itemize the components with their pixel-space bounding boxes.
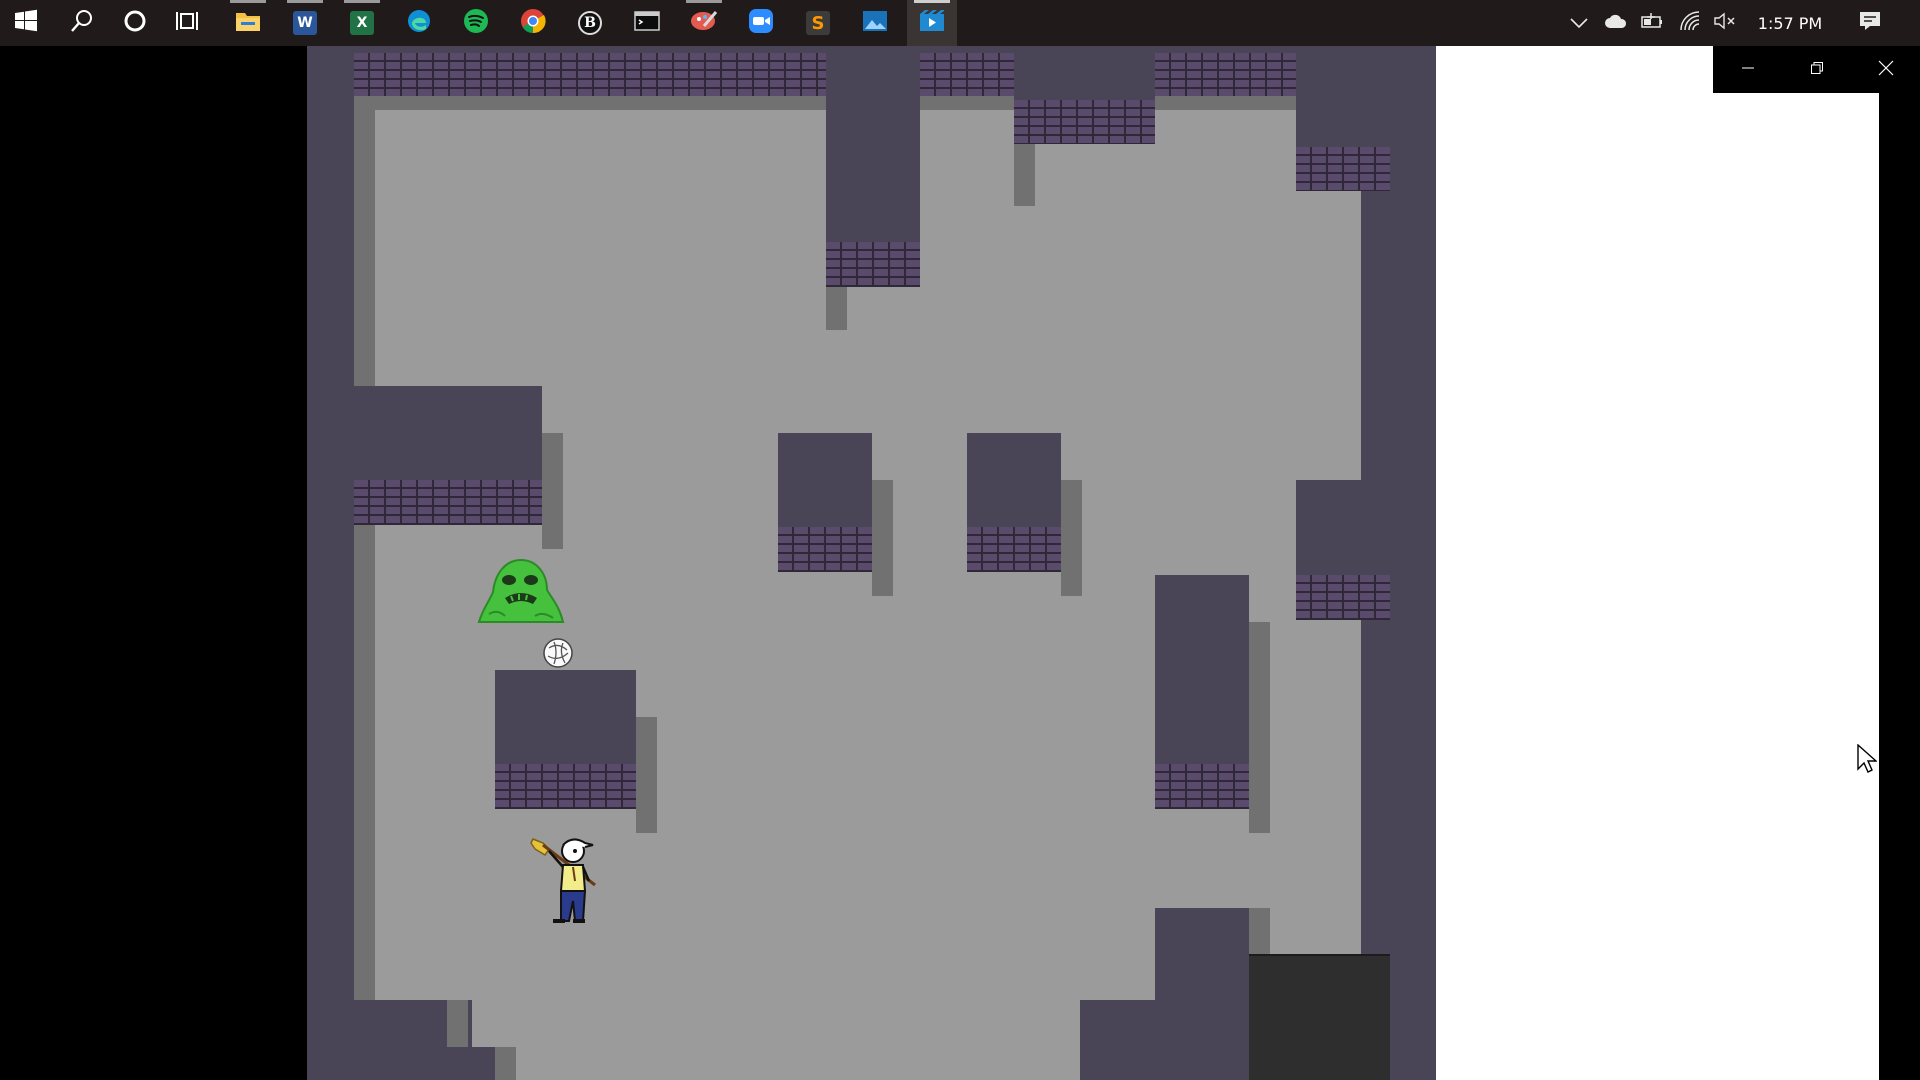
brick-wall [967,527,1061,572]
wall-pillar [1155,575,1249,764]
wall-shadow [1061,480,1082,596]
battery-icon [1640,12,1664,34]
restore-button[interactable] [1782,46,1851,93]
wall-shadow [542,433,563,549]
photos-icon [862,9,888,37]
excel-icon: X [350,11,374,35]
paint-icon [690,9,718,37]
word-icon: W [293,11,317,35]
game-viewport[interactable] [307,46,1436,1080]
wall-block [495,670,636,764]
wall-shadow [636,717,657,833]
task-view-button[interactable] [163,0,213,46]
task-view-icon [175,9,201,37]
cortana-icon [123,9,147,37]
minimize-button[interactable] [1713,46,1782,93]
start-button[interactable] [1,0,51,46]
search-icon [69,8,95,38]
green-slime-enemy [475,546,567,626]
taskbar-movies-tv[interactable] [907,0,957,46]
search-button[interactable] [57,0,107,46]
volume-muted-icon [1713,12,1737,34]
wall-border [307,1047,495,1080]
cortana-button[interactable] [110,0,160,46]
brick-wall [1296,575,1390,620]
taskbar-spotify[interactable] [451,0,501,46]
show-hidden-icons-button[interactable] [1566,0,1592,46]
brick-wall [1155,764,1249,809]
taskbar-edge[interactable] [394,0,444,46]
brick-wall [1296,147,1390,191]
spotify-icon [463,8,489,38]
spinning-orb-projectile [541,636,575,670]
wall-block [307,386,542,480]
sublime-icon: S [806,11,830,35]
notification-icon [1858,10,1882,36]
wall-pillar [826,46,920,242]
zoom-icon [748,8,774,38]
wall-shadow [447,1000,468,1047]
movies-tv-icon [919,9,945,37]
app-b-icon: B [578,11,602,35]
window-titlebar [1713,46,1920,93]
taskbar-zoom[interactable] [736,0,786,46]
wall-shadow [495,1047,516,1080]
onedrive-tray[interactable] [1602,0,1630,46]
start-icon [14,9,38,37]
window-content-area [1436,46,1879,1080]
chevron-up-icon [1570,14,1588,33]
taskbar: W X B S 1:57 PM [0,0,1920,46]
brick-wall [826,242,920,287]
taskbar-word[interactable]: W [280,0,330,46]
player-character [525,831,605,927]
brick-wall [778,527,872,572]
taskbar-terminal[interactable] [622,0,672,46]
minimize-icon [1741,60,1755,79]
taskbar-excel[interactable]: X [337,0,387,46]
taskbar-app-b[interactable]: B [565,0,615,46]
chrome-icon [520,8,546,38]
brick-wall [495,764,636,809]
terminal-icon [634,10,660,36]
wall-shadow [872,480,893,596]
brick-wall [1014,100,1155,144]
taskbar-file-explorer[interactable] [223,0,273,46]
wall-shadow [354,90,375,1000]
wall-block [1296,46,1436,147]
wifi-icon [1679,11,1701,35]
taskbar-chrome[interactable] [508,0,558,46]
file-explorer-icon [235,10,261,36]
taskbar-photos[interactable] [850,0,900,46]
volume-tray[interactable] [1711,0,1739,46]
brick-wall [354,53,826,96]
brick-wall [354,480,542,525]
wall-block [1014,46,1155,100]
wall-border [1390,147,1436,1080]
network-tray[interactable] [1676,0,1704,46]
brick-wall [920,53,1014,96]
taskbar-paint[interactable] [679,0,729,46]
wall-pillar [967,433,1061,527]
clock[interactable]: 1:57 PM [1748,0,1832,46]
edge-icon [406,8,432,38]
onedrive-icon [1604,13,1628,33]
wall-pillar [778,433,872,527]
taskbar-sublime[interactable]: S [793,0,843,46]
floor [472,1000,1080,1080]
clock-time: 1:57 PM [1757,13,1823,33]
wall-shadow [1249,622,1270,833]
wall-pillar [1155,908,1249,1080]
restore-icon [1810,60,1824,79]
exit-doorway [1249,954,1390,1080]
close-icon [1878,60,1894,80]
action-center-button[interactable] [1856,0,1884,46]
brick-wall [1155,53,1296,96]
mouse-cursor-icon [1857,743,1878,774]
close-button[interactable] [1851,46,1920,93]
battery-tray[interactable] [1638,0,1666,46]
